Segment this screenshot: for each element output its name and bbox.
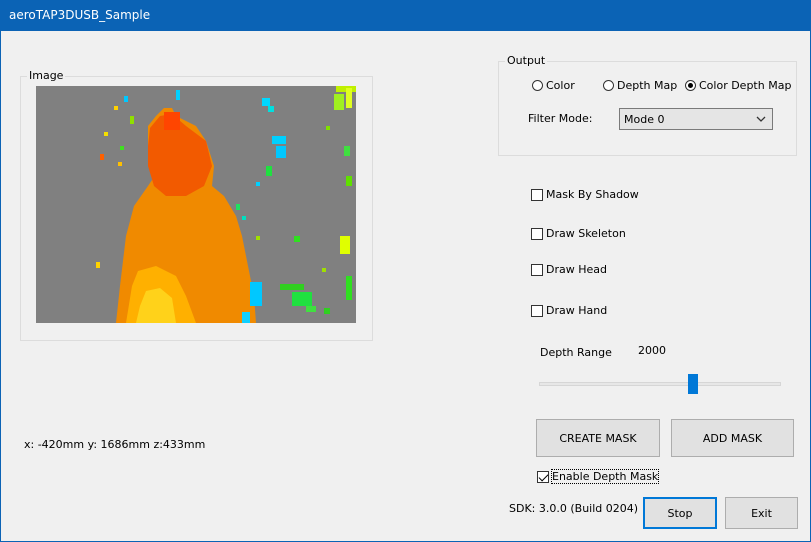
radio-color-label: Color bbox=[546, 79, 575, 92]
exit-label: Exit bbox=[751, 506, 772, 520]
filter-mode-label: Filter Mode: bbox=[528, 112, 593, 125]
depth-range-value: 2000 bbox=[638, 344, 666, 357]
draw-head-box[interactable] bbox=[531, 263, 543, 276]
radio-color-indicator[interactable] bbox=[532, 80, 543, 91]
coords-readout: x: -420mm y: 1686mm z:433mm bbox=[24, 438, 206, 451]
draw-hand-box[interactable] bbox=[531, 304, 543, 317]
output-group-legend: Output bbox=[505, 54, 548, 67]
draw-hand-label: Draw Hand bbox=[546, 304, 608, 317]
title-bar: aeroTAP3DUSB_Sample bbox=[0, 0, 811, 31]
exit-button[interactable]: Exit bbox=[725, 497, 798, 529]
draw-head-label: Draw Head bbox=[546, 263, 607, 276]
filter-mode-select[interactable]: Mode 0 bbox=[619, 108, 773, 130]
draw-hand-checkbox[interactable]: Draw Hand bbox=[531, 304, 607, 317]
depth-range-slider-track[interactable] bbox=[539, 382, 781, 386]
draw-skeleton-label: Draw Skeleton bbox=[546, 227, 626, 240]
radio-depth-map-indicator[interactable] bbox=[603, 80, 614, 91]
stop-label: Stop bbox=[667, 506, 693, 520]
depth-image-view bbox=[36, 86, 356, 323]
filter-mode-value: Mode 0 bbox=[624, 113, 665, 126]
radio-color-depth-map-label: Color Depth Map bbox=[699, 79, 792, 92]
window-title: aeroTAP3DUSB_Sample bbox=[9, 8, 151, 22]
mask-by-shadow-box[interactable] bbox=[531, 188, 543, 201]
draw-skeleton-checkbox[interactable]: Draw Skeleton bbox=[531, 227, 626, 240]
depth-map-canvas bbox=[36, 86, 356, 323]
depth-range-label: Depth Range bbox=[540, 346, 612, 359]
create-mask-label: CREATE MASK bbox=[559, 431, 637, 445]
radio-color[interactable]: Color bbox=[532, 79, 575, 92]
create-mask-button[interactable]: CREATE MASK bbox=[536, 419, 660, 457]
enable-depth-mask-label: Enable Depth Mask bbox=[550, 469, 660, 484]
chevron-down-icon bbox=[756, 116, 766, 122]
radio-depth-map[interactable]: Depth Map bbox=[603, 79, 677, 92]
add-mask-label: ADD MASK bbox=[702, 431, 763, 445]
mask-by-shadow-checkbox[interactable]: Mask By Shadow bbox=[531, 188, 639, 201]
draw-head-checkbox[interactable]: Draw Head bbox=[531, 263, 607, 276]
enable-depth-mask-checkbox[interactable]: Enable Depth Mask bbox=[537, 469, 660, 484]
image-group-legend: Image bbox=[27, 69, 66, 82]
radio-color-depth-map[interactable]: Color Depth Map bbox=[685, 79, 791, 92]
draw-skeleton-box[interactable] bbox=[531, 227, 543, 240]
sdk-version: SDK: 3.0.0 (Build 0204) bbox=[509, 502, 639, 515]
stop-button[interactable]: Stop bbox=[643, 497, 717, 529]
radio-depth-map-label: Depth Map bbox=[617, 79, 678, 92]
radio-color-depth-map-indicator[interactable] bbox=[685, 80, 696, 91]
depth-range-slider-thumb[interactable] bbox=[688, 374, 698, 394]
add-mask-button[interactable]: ADD MASK bbox=[671, 419, 794, 457]
enable-depth-mask-box[interactable] bbox=[537, 470, 549, 483]
mask-by-shadow-label: Mask By Shadow bbox=[546, 188, 639, 201]
